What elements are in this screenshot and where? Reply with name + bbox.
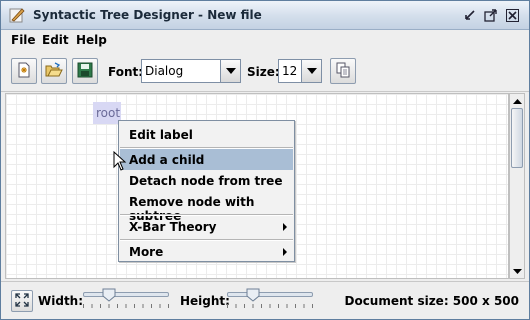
window-title: Syntactic Tree Designer - New file [33,8,262,22]
save-disk-icon [77,62,93,81]
ctx-xbar-theory-label: X-Bar Theory [129,220,217,234]
scroll-down-icon[interactable] [511,264,524,278]
menu-edit[interactable]: Edit [42,33,69,47]
vertical-scrollbar[interactable] [509,93,525,279]
save-button[interactable] [72,58,98,84]
chevron-down-icon[interactable] [220,60,240,82]
menu-bar: File Edit Help [1,30,529,50]
open-button[interactable] [41,58,67,84]
ctx-detach-node[interactable]: Detach node from tree [120,170,293,191]
app-quill-icon [9,7,25,23]
status-bar: Width: Height: Document size: 500 x 500 [1,281,529,319]
ctx-more-label: More [129,245,164,259]
submenu-arrow-icon [283,223,287,231]
width-slider[interactable] [83,288,169,310]
context-menu: Edit label Add a child Detach node from … [118,120,295,262]
font-value: Dialog [145,64,184,78]
app-window: Syntactic Tree Designer - New file File … [0,0,530,320]
ctx-edit-label[interactable]: Edit label [120,124,293,145]
slider-track [83,292,169,297]
height-label: Height: [180,294,230,308]
menu-file[interactable]: File [11,33,36,47]
slider-ticks [227,304,313,308]
height-slider[interactable] [227,288,313,310]
submenu-arrow-icon [283,248,287,256]
title-bar[interactable]: Syntactic Tree Designer - New file [1,1,529,30]
copy-icon [335,62,351,81]
toolbar: Font: Dialog Size: 12 [1,50,529,92]
document-size-text: Document size: 500 x 500 [344,294,519,308]
size-combobox[interactable]: 12 [278,59,322,83]
height-slider-knob[interactable] [246,288,260,302]
copy-button[interactable] [330,58,356,84]
scroll-thumb[interactable] [511,108,523,168]
font-combobox[interactable]: Dialog [141,59,241,83]
minimize-icon[interactable] [463,8,478,23]
chevron-down-icon[interactable] [301,60,321,82]
width-label: Width: [38,294,84,308]
open-folder-icon [45,61,63,81]
size-label: Size: [247,65,280,79]
fit-to-window-button[interactable] [11,290,33,312]
font-label: Font: [108,65,144,79]
ctx-xbar-theory[interactable]: X-Bar Theory [120,216,293,237]
mouse-pointer-icon [113,150,127,174]
tree-node-root[interactable]: root [93,102,121,124]
ctx-add-child[interactable]: Add a child [120,149,293,170]
expand-arrows-icon [15,292,29,310]
new-file-button[interactable] [11,58,37,84]
slider-ticks [83,304,169,308]
menu-help[interactable]: Help [76,33,107,47]
close-icon[interactable] [505,8,520,23]
scroll-up-icon[interactable] [511,94,524,108]
maximize-icon[interactable] [483,8,498,23]
new-file-icon [16,62,32,81]
width-slider-knob[interactable] [102,288,116,302]
slider-track [227,292,313,297]
ctx-more[interactable]: More [120,241,293,262]
ctx-remove-subtree[interactable]: Remove node with subtree [120,191,293,223]
size-value: 12 [282,64,298,78]
